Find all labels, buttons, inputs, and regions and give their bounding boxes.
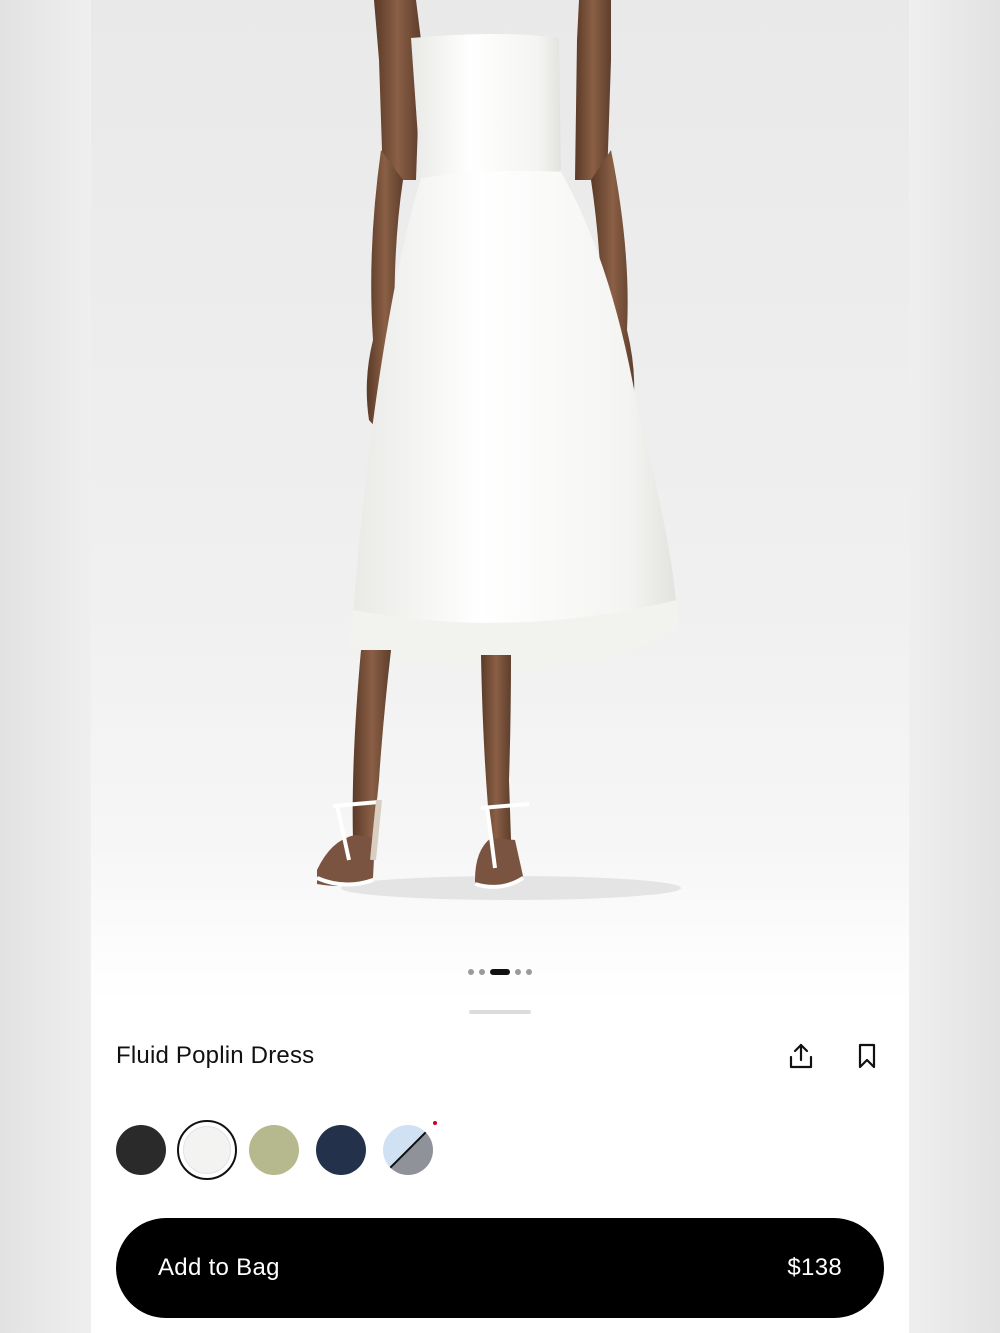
product-sheet: Fluid Poplin Dress Add to Bag $138 [91, 1002, 909, 1333]
add-to-bag-label: Add to Bag [158, 1254, 280, 1281]
share-button[interactable] [785, 1040, 817, 1072]
add-to-bag-button[interactable]: Add to Bag $138 [116, 1218, 884, 1318]
model-illustration [316, 0, 681, 900]
swatch-fill [249, 1125, 299, 1175]
swatch-fill [183, 1126, 231, 1174]
page-dot[interactable] [515, 969, 521, 975]
price-label: $138 [787, 1254, 842, 1281]
bookmark-icon [858, 1043, 876, 1069]
swatch-badge-dot [433, 1121, 437, 1125]
swatch-sage[interactable] [249, 1125, 299, 1175]
background-left [0, 0, 91, 1333]
product-image[interactable] [91, 0, 909, 1002]
swatch-split-fill [383, 1125, 433, 1175]
swatch-fill [316, 1125, 366, 1175]
product-detail-screen: Fluid Poplin Dress Add to Bag $138 [91, 0, 909, 1333]
swatch-navy[interactable] [316, 1125, 366, 1175]
page-dot[interactable] [468, 969, 474, 975]
sheet-drag-handle[interactable] [469, 1010, 531, 1014]
bookmark-button[interactable] [851, 1040, 883, 1072]
swatch-fill [116, 1125, 166, 1175]
page-dot[interactable] [526, 969, 532, 975]
gallery-pagination[interactable] [91, 969, 909, 975]
background-right [908, 0, 1000, 1333]
page-dot[interactable] [479, 969, 485, 975]
swatch-unavailable[interactable] [383, 1121, 437, 1175]
swatch-black[interactable] [116, 1125, 166, 1175]
product-title: Fluid Poplin Dress [116, 1042, 315, 1069]
swatch-white-selected[interactable] [177, 1120, 237, 1180]
share-icon [789, 1043, 813, 1069]
page-dot-active[interactable] [490, 969, 510, 975]
